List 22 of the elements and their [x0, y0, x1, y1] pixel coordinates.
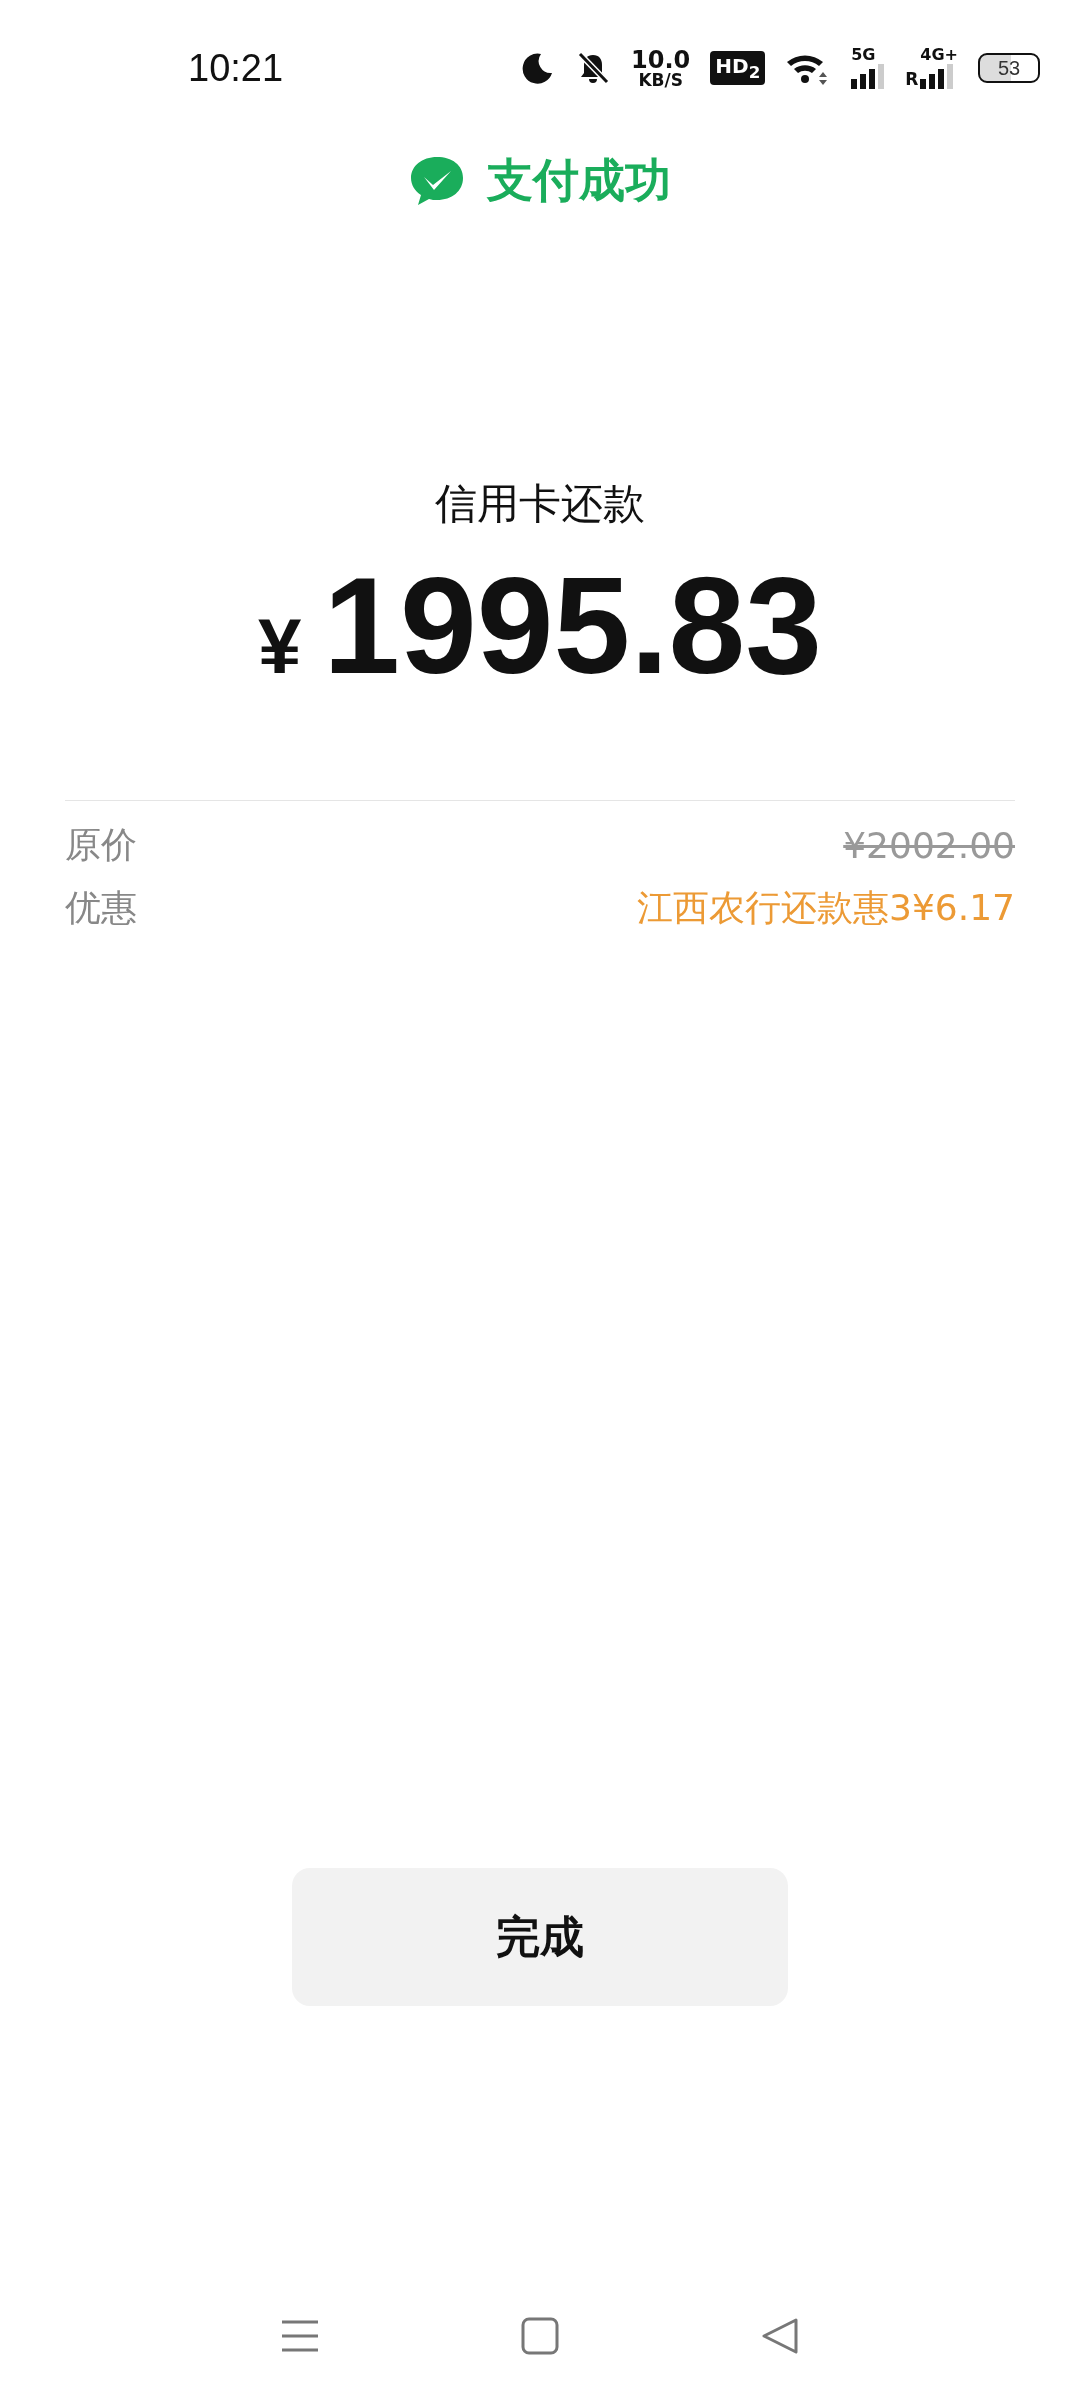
back-icon[interactable] — [760, 2316, 800, 2356]
speed-unit: KB/S — [638, 71, 683, 89]
signal-icon — [920, 63, 955, 89]
hd-voice-badge: HD$_{2}$ — [710, 51, 766, 85]
network-speed: 10.0 — [631, 47, 691, 72]
roaming-label: R — [905, 69, 919, 89]
detail-label: 优惠 — [65, 885, 137, 930]
signal-icon — [851, 63, 886, 89]
payment-description: 信用卡还款 — [435, 479, 645, 528]
network-type: 4G+ — [920, 47, 958, 63]
chat-check-icon — [409, 155, 465, 207]
status-time: 10:21 — [188, 46, 284, 90]
currency-symbol: ¥ — [257, 601, 302, 692]
network-type: 5G — [851, 47, 876, 63]
home-icon[interactable] — [520, 2316, 560, 2356]
payment-amount: 1995.83 — [323, 550, 823, 702]
payment-success-title: 支付成功 — [487, 152, 671, 209]
detail-label: 原价 — [65, 822, 137, 867]
detail-value: 江西农行还款惠3¥6.17 — [637, 885, 1015, 930]
battery-level: 53 — [978, 53, 1040, 83]
detail-value: ¥2002.00 — [843, 824, 1015, 866]
done-button[interactable]: 完成 — [292, 1868, 788, 2006]
